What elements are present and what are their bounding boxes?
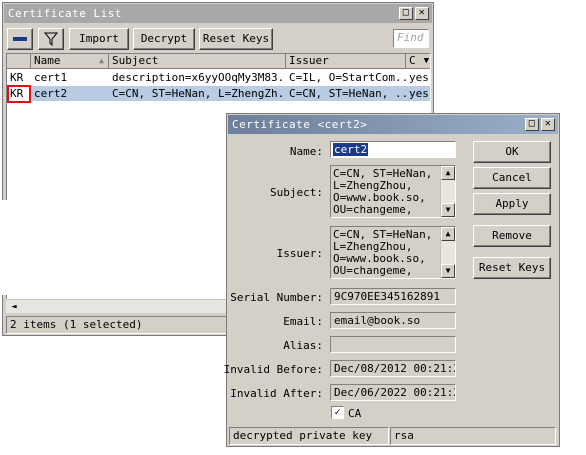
column-flags[interactable]	[7, 54, 31, 69]
alias-field[interactable]	[330, 336, 456, 353]
window-title: Certificate List	[8, 7, 122, 20]
row-name: cert2	[34, 87, 68, 100]
maximize-icon[interactable]: □	[525, 118, 539, 131]
row-issuer: C=CN, ST=HeNan, ...	[289, 87, 406, 100]
serial-number-label: Serial Number:	[230, 291, 323, 304]
ok-button[interactable]: OK	[473, 141, 551, 163]
name-label: Name:	[289, 145, 323, 158]
ca-checkbox[interactable]: ✓	[331, 406, 344, 419]
column-ca[interactable]: C ▼	[406, 54, 430, 69]
email-label: Email:	[283, 315, 323, 328]
sort-ascending-icon: ▲	[99, 56, 104, 65]
filter-button[interactable]	[38, 28, 64, 50]
invalid-after-field[interactable]: Dec/06/2022 00:21:21	[330, 384, 456, 401]
remove-button[interactable]	[7, 28, 33, 50]
flags-highlight-box	[7, 85, 31, 103]
find-input[interactable]: Find	[393, 29, 429, 48]
name-field[interactable]: cert2	[330, 141, 456, 158]
scroll-down-icon[interactable]: ▼	[441, 203, 455, 217]
issuer-scrollbar[interactable]: ▲ ▼	[440, 227, 455, 278]
scroll-left-icon[interactable]: ◄	[8, 301, 20, 313]
reset-keys-button[interactable]: Reset Keys	[473, 257, 551, 279]
maximize-icon[interactable]: □	[399, 7, 413, 20]
subject-scrollbar[interactable]: ▲ ▼	[440, 166, 455, 217]
import-button[interactable]: Import	[69, 28, 129, 50]
decrypt-button[interactable]: Decrypt	[133, 28, 195, 50]
remove-button[interactable]: Remove	[473, 225, 551, 247]
minus-icon	[13, 37, 27, 41]
column-issuer[interactable]: Issuer	[286, 54, 406, 69]
close-icon[interactable]: ✕	[415, 7, 429, 20]
reset-keys-button[interactable]: Reset Keys	[199, 28, 273, 50]
ca-label: CA	[348, 407, 362, 420]
scroll-up-icon[interactable]: ▲	[441, 166, 455, 180]
email-field[interactable]: email@book.so	[330, 312, 456, 329]
certificate-dialog-titlebar[interactable]: Certificate <cert2> □ ✕	[228, 115, 558, 134]
column-name[interactable]: Name ▲	[31, 54, 109, 69]
filter-icon	[43, 32, 59, 47]
issuer-label: Issuer:	[276, 247, 323, 260]
alias-label: Alias:	[283, 339, 323, 352]
serial-number-field[interactable]: 9C970EE345162891	[330, 288, 456, 305]
column-subject[interactable]: Subject	[109, 54, 286, 69]
row-ca: yes	[409, 71, 429, 84]
cancel-button[interactable]: Cancel	[473, 167, 551, 189]
issuer-memo: C=CN, ST=HeNan, L=ZhengZhou, O=www.book.…	[330, 226, 456, 279]
scroll-up-icon[interactable]: ▲	[441, 227, 455, 241]
subject-memo: C=CN, ST=HeNan, L=ZhengZhou, O=www.book.…	[330, 165, 456, 218]
scroll-down-icon[interactable]: ▼	[441, 264, 455, 278]
dialog-title: Certificate <cert2>	[232, 118, 368, 131]
row-ca: yes	[409, 87, 429, 100]
invalid-after-label: Invalid After:	[230, 387, 323, 400]
row-flags: KR	[10, 71, 24, 84]
dialog-status-left: decrypted private key	[229, 427, 389, 445]
apply-button[interactable]: Apply	[473, 193, 551, 215]
certificate-list-titlebar[interactable]: Certificate List □ ✕	[4, 4, 432, 23]
invalid-before-field[interactable]: Dec/08/2012 00:21:21	[330, 360, 456, 377]
row-name: cert1	[34, 71, 68, 84]
row-subject: description=x6yyOOqMy3M83...	[112, 71, 286, 84]
certificate-dialog: Certificate <cert2> □ ✕ Name: cert2 Subj…	[223, 113, 560, 447]
invalid-before-label: Invalid Before:	[223, 363, 323, 376]
subject-label: Subject:	[270, 186, 323, 199]
close-icon[interactable]: ✕	[541, 118, 555, 131]
row-subject: C=CN, ST=HeNan, L=ZhengZh...	[112, 87, 286, 100]
blank-area	[0, 200, 230, 295]
dialog-status-right: rsa	[390, 427, 556, 445]
row-issuer: C=IL, O=StartCom...	[289, 71, 406, 84]
column-menu-icon: ▼	[423, 56, 429, 66]
